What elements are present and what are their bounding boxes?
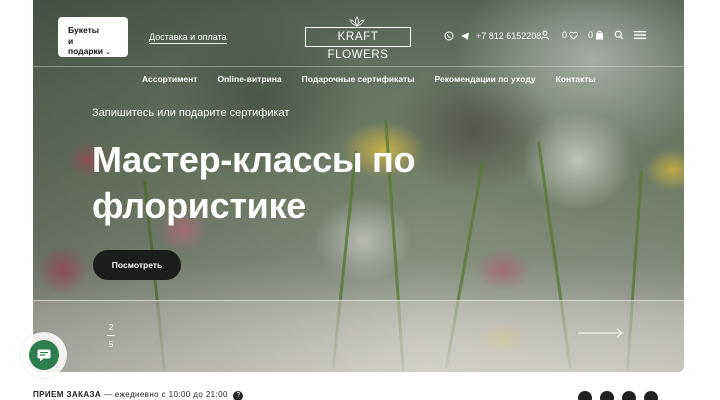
slide-current: 2 [108, 322, 114, 332]
order-hours-label: ПРИЕМ ЗАКАЗА [33, 390, 102, 399]
social-icon-3[interactable] [622, 391, 636, 400]
whatsapp-icon[interactable] [444, 31, 454, 41]
bag-icon [596, 30, 604, 40]
slider-divider [33, 300, 684, 301]
nav-item-gift-certificates[interactable]: Подарочные сертификаты [302, 74, 415, 84]
cart-button[interactable]: 0 [588, 30, 604, 40]
nav-item-online-showcase[interactable]: Online-витрина [217, 74, 281, 84]
social-icon-2[interactable] [600, 391, 614, 400]
order-hours-text: — ежедневно с 10:00 до 21:00 [101, 390, 228, 399]
social-icon-4[interactable] [644, 391, 658, 400]
order-hours: ПРИЕМ ЗАКАЗА — ежедневно с 10:00 до 21:0… [33, 390, 244, 400]
social-links [578, 391, 658, 400]
telegram-icon[interactable] [460, 31, 470, 41]
menu-icon[interactable] [634, 30, 647, 40]
nav-item-assortment[interactable]: Ассортимент [142, 74, 197, 84]
hero-subtitle: Запишитесь или подарите сертификат [92, 107, 290, 119]
search-icon[interactable] [614, 30, 624, 40]
favorites-count: 0 [562, 30, 568, 40]
user-icon[interactable] [540, 30, 550, 40]
slide-total: 5 [108, 339, 114, 349]
main-nav: Ассортимент Online-витрина Подарочные се… [142, 74, 596, 84]
header-actions: 0 0 [540, 30, 656, 40]
favorites-button[interactable]: 0 [562, 30, 578, 40]
nav-item-care-tips[interactable]: Рекомендации по уходу [435, 74, 536, 84]
catalog-button-label-line1: Букеты [68, 25, 100, 35]
hero-title: Мастер-классы по флористике [92, 139, 416, 226]
arrow-right-icon[interactable] [578, 328, 624, 338]
delivery-link[interactable]: Доставка и оплата [149, 32, 227, 44]
brand-logo[interactable]: KRAFT FLOWERS [305, 27, 411, 61]
header-divider [33, 66, 684, 67]
view-button[interactable]: Посмотреть [93, 250, 181, 280]
info-icon[interactable]: ? [233, 391, 244, 400]
catalog-button[interactable]: Букеты и подарки ⌄ [58, 17, 128, 57]
chevron-down-icon: ⌄ [105, 49, 111, 57]
slide-counter: 2 5 [107, 322, 115, 349]
nav-item-contacts[interactable]: Контакты [556, 74, 596, 84]
contacts-area: +7 812 6152208 [444, 31, 541, 41]
heart-icon [569, 31, 578, 40]
slide-counter-divider [107, 335, 115, 336]
phone-number[interactable]: +7 812 6152208 [476, 31, 541, 41]
chat-icon [37, 349, 51, 361]
cart-count: 0 [588, 30, 594, 40]
lotus-logo-icon [349, 16, 365, 27]
social-icon-1[interactable] [578, 391, 592, 400]
chat-button[interactable] [21, 332, 67, 378]
catalog-button-label-line2: и подарки [68, 35, 104, 57]
